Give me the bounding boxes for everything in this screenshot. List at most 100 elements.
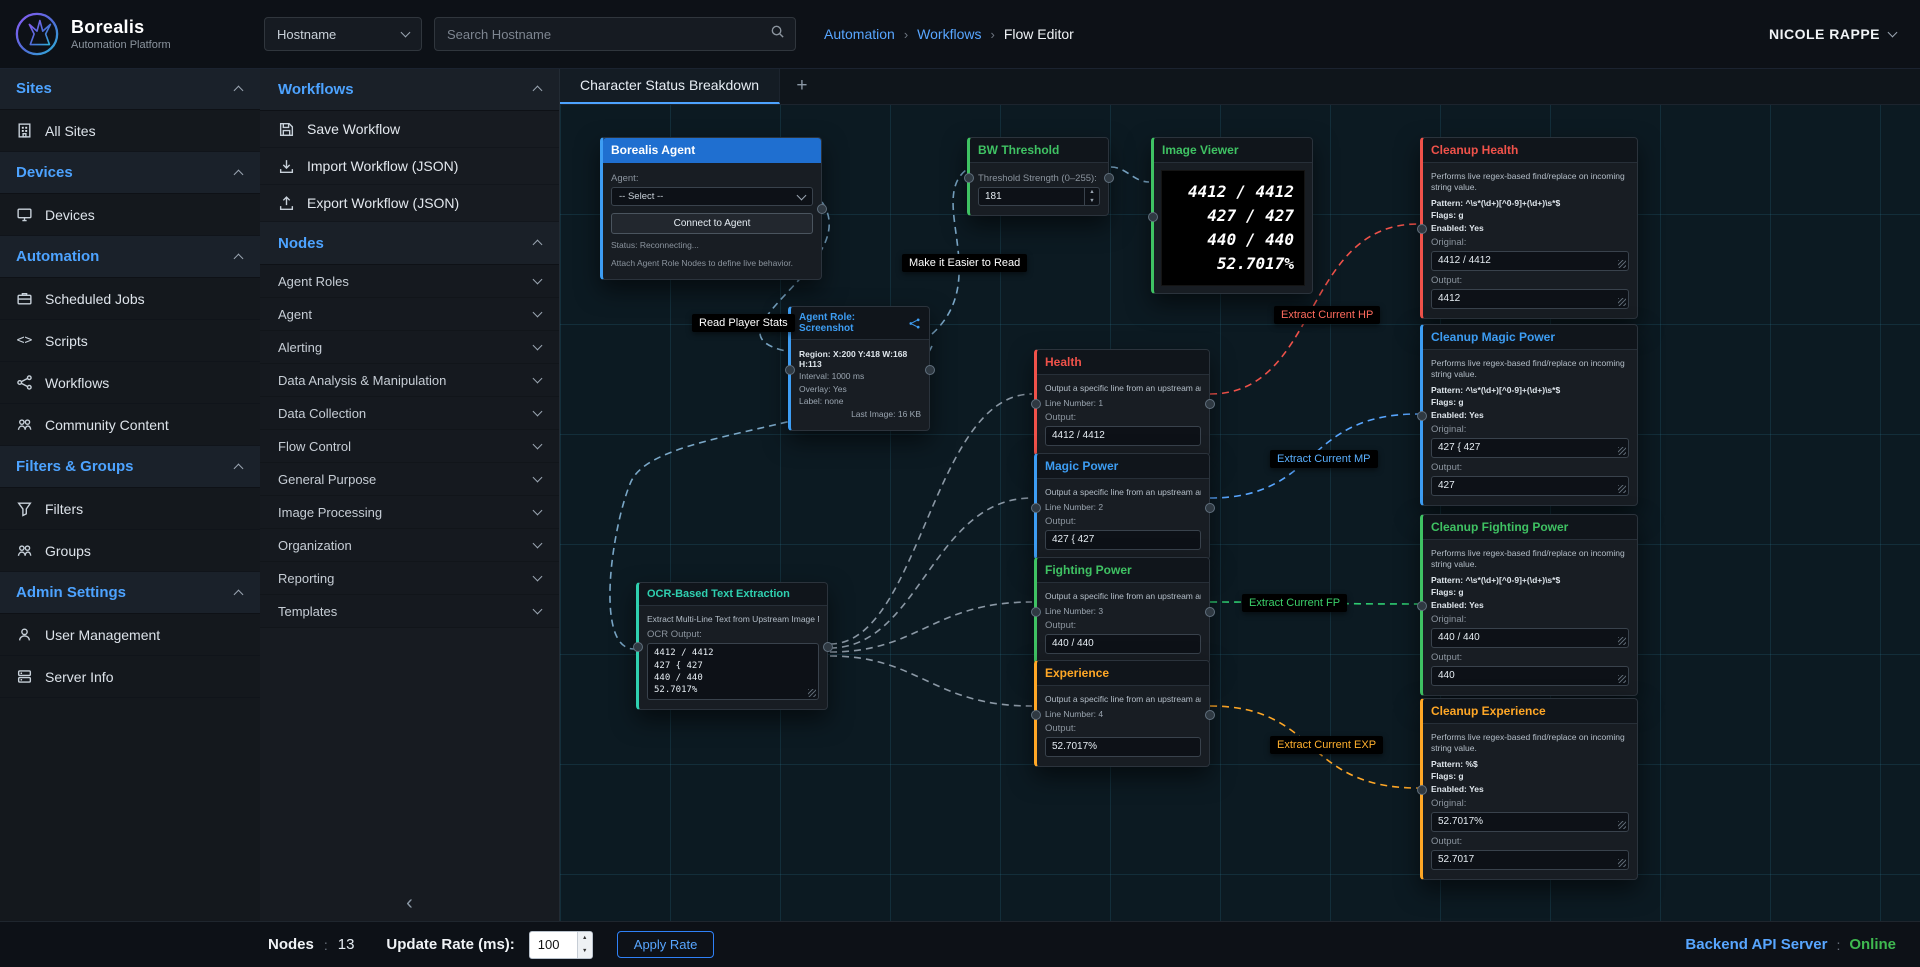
node-category-data-collection[interactable]: Data Collection [260,397,559,430]
sidebar-section-admin-settings[interactable]: Admin Settings [0,572,260,614]
node-category-flow-control[interactable]: Flow Control [260,430,559,463]
edge-threshold-to-viewer[interactable] [1111,167,1149,182]
sidebar-section-sites[interactable]: Sites [0,68,260,110]
original-value-field[interactable]: 4412 / 4412 [1431,251,1629,271]
node-header[interactable]: Health [1037,350,1209,375]
breadcrumb-automation[interactable]: Automation [824,26,895,42]
share-icon[interactable] [908,317,921,330]
output-port[interactable] [1205,607,1215,617]
new-tab-button[interactable]: + [780,68,824,104]
workflows-panel-header[interactable]: Workflows [260,68,559,111]
node-cleanup-fighting-power[interactable]: Cleanup Fighting Power Performs live reg… [1420,514,1638,696]
node-header[interactable]: Cleanup Fighting Power [1423,515,1637,540]
sidebar-item-workflows[interactable]: Workflows [0,362,260,404]
node-bw-threshold[interactable]: BW Threshold Threshold Strength (0–255):… [967,137,1109,216]
node-fighting-power[interactable]: Fighting Power Output a specific line fr… [1034,557,1210,664]
flow-canvas[interactable]: Borealis Agent Agent: -- Select -- Conne… [560,104,1920,922]
output-port[interactable] [823,642,833,652]
output-value-field[interactable]: 4412 / 4412 [1045,426,1201,446]
output-value-field[interactable]: 52.7017 [1431,850,1629,870]
user-menu[interactable]: NICOLE RAPPE [1769,26,1896,42]
input-port[interactable] [1031,607,1041,617]
input-port[interactable] [1031,710,1041,720]
output-value-field[interactable]: 440 / 440 [1045,634,1201,654]
input-port[interactable] [1031,399,1041,409]
node-image-viewer[interactable]: Image Viewer 4412 / 4412 427 / 427 440 /… [1151,137,1313,294]
output-port[interactable] [1205,710,1215,720]
tab-character-status-breakdown[interactable]: Character Status Breakdown [560,68,780,104]
edge-ocr-to-fighting-power[interactable] [830,602,1032,652]
ocr-output-textarea[interactable]: 4412 / 4412 427 { 427 440 / 440 52.7017% [647,643,819,700]
step-down-icon[interactable]: ▼ [1085,197,1099,206]
node-header[interactable]: Cleanup Health [1423,138,1637,163]
connect-to-agent-button[interactable]: Connect to Agent [611,213,813,234]
number-stepper[interactable]: ▲▼ [1084,188,1099,205]
node-category-templates[interactable]: Templates [260,595,559,628]
node-category-image-processing[interactable]: Image Processing [260,496,559,529]
node-header[interactable]: Cleanup Magic Power [1423,325,1637,350]
output-value-field[interactable]: 52.7017% [1045,737,1201,757]
edge-label-make-it-easier[interactable]: Make it Easier to Read [902,254,1027,272]
input-port[interactable] [785,365,795,375]
node-agent-role-screenshot[interactable]: Agent Role: Screenshot Region: X:200 Y:4… [788,306,930,431]
update-rate-input[interactable]: 100 ▲▼ [529,931,593,959]
sidebar-section-automation[interactable]: Automation [0,236,260,278]
node-header[interactable]: BW Threshold [970,138,1108,163]
node-ocr-text-extraction[interactable]: OCR-Based Text Extraction Extract Multi-… [636,582,828,710]
collapse-panel-button[interactable]: ‹ [260,888,559,918]
node-header[interactable]: Agent Role: Screenshot [791,307,929,340]
sidebar-item-groups[interactable]: Groups [0,530,260,572]
node-header[interactable]: Cleanup Experience [1423,699,1637,724]
input-port[interactable] [1417,411,1427,421]
nodes-panel-header[interactable]: Nodes [260,222,559,265]
output-value-field[interactable]: 427 [1431,476,1629,496]
node-borealis-agent[interactable]: Borealis Agent Agent: -- Select -- Conne… [600,137,822,280]
sidebar-item-devices[interactable]: Devices [0,194,260,236]
sidebar-item-filters[interactable]: Filters [0,488,260,530]
step-up-icon[interactable]: ▲ [578,932,592,945]
original-value-field[interactable]: 427 { 427 [1431,438,1629,458]
sidebar-item-scheduled-jobs[interactable]: Scheduled Jobs [0,278,260,320]
sidebar-item-all-sites[interactable]: All Sites [0,110,260,152]
search-icon[interactable] [770,24,785,44]
output-port[interactable] [1205,503,1215,513]
edge-label-extract-current-mp[interactable]: Extract Current MP [1270,450,1378,468]
node-category-general-purpose[interactable]: General Purpose [260,463,559,496]
node-category-agent[interactable]: Agent [260,298,559,331]
number-stepper[interactable]: ▲▼ [577,932,592,958]
node-header[interactable]: Experience [1037,661,1209,686]
edge-label-extract-current-hp[interactable]: Extract Current HP [1274,306,1380,324]
output-value-field[interactable]: 4412 [1431,289,1629,309]
input-port[interactable] [1417,785,1427,795]
original-value-field[interactable]: 52.7017% [1431,812,1629,832]
edge-label-read-player-stats[interactable]: Read Player Stats [692,314,795,332]
apply-rate-button[interactable]: Apply Rate [617,931,715,958]
node-category-organization[interactable]: Organization [260,529,559,562]
sidebar-item-community-content[interactable]: Community Content [0,404,260,446]
node-cleanup-magic-power[interactable]: Cleanup Magic Power Performs live regex-… [1420,324,1638,506]
node-experience[interactable]: Experience Output a specific line from a… [1034,660,1210,767]
sidebar-section-filters-groups[interactable]: Filters & Groups [0,446,260,488]
output-port[interactable] [1104,173,1114,183]
output-value-field[interactable]: 427 { 427 [1045,530,1201,550]
node-category-data-analysis[interactable]: Data Analysis & Manipulation [260,364,559,397]
edge-role-to-threshold[interactable] [932,170,966,334]
edge-label-extract-current-fp[interactable]: Extract Current FP [1242,594,1347,612]
step-down-icon[interactable]: ▼ [578,945,592,958]
sidebar-item-scripts[interactable]: <> Scripts [0,320,260,362]
input-port[interactable] [1148,212,1158,222]
input-port[interactable] [1417,601,1427,611]
input-port[interactable] [1417,224,1427,234]
export-workflow-button[interactable]: Export Workflow (JSON) [260,185,559,222]
agent-select[interactable]: -- Select -- [611,187,813,206]
node-category-reporting[interactable]: Reporting [260,562,559,595]
hostname-dropdown[interactable]: Hostname [264,17,422,51]
node-header[interactable]: Fighting Power [1037,558,1209,583]
save-workflow-button[interactable]: Save Workflow [260,111,559,148]
edge-label-extract-current-exp[interactable]: Extract Current EXP [1270,736,1383,754]
input-port[interactable] [964,173,974,183]
node-category-alerting[interactable]: Alerting [260,331,559,364]
edge-ocr-to-health[interactable] [830,394,1032,644]
edge-ocr-to-experience[interactable] [830,656,1032,706]
output-port[interactable] [1205,399,1215,409]
